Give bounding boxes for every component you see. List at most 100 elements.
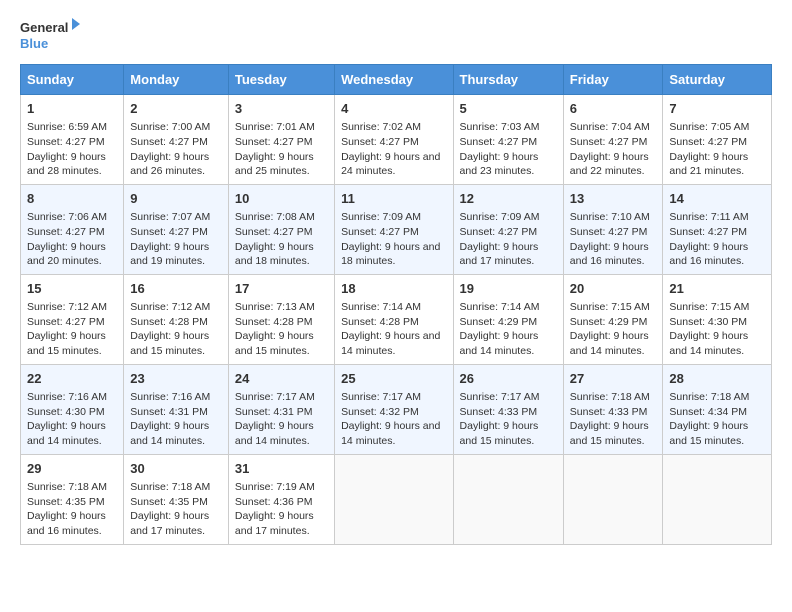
day-info: Sunrise: 7:13 AMSunset: 4:28 PMDaylight:… bbox=[235, 300, 328, 359]
day-info: Sunrise: 7:18 AMSunset: 4:33 PMDaylight:… bbox=[570, 390, 657, 449]
day-info: Sunrise: 7:00 AMSunset: 4:27 PMDaylight:… bbox=[130, 120, 222, 179]
calendar-cell: 4Sunrise: 7:02 AMSunset: 4:27 PMDaylight… bbox=[335, 95, 453, 185]
day-info: Sunrise: 6:59 AMSunset: 4:27 PMDaylight:… bbox=[27, 120, 117, 179]
day-number: 17 bbox=[235, 280, 328, 298]
sunrise-label: Sunrise: 7:16 AM bbox=[130, 391, 210, 403]
sunset-label: Sunset: 4:27 PM bbox=[341, 226, 419, 238]
sunrise-label: Sunrise: 7:18 AM bbox=[669, 391, 749, 403]
sunrise-label: Sunrise: 7:03 AM bbox=[460, 121, 540, 133]
calendar-cell: 17 Sunrise: 7:13 AMSunset: 4:28 PMDayligh… bbox=[228, 274, 334, 364]
calendar-cell: 20Sunrise: 7:15 AMSunset: 4:29 PMDayligh… bbox=[563, 274, 663, 364]
sunset-label: Sunset: 4:29 PM bbox=[570, 316, 648, 328]
sunrise-label: Sunrise: 7:14 AM bbox=[460, 301, 540, 313]
days-of-week-row: SundayMondayTuesdayWednesdayThursdayFrid… bbox=[21, 65, 772, 95]
day-number: 15 bbox=[27, 280, 117, 298]
day-info: Sunrise: 7:17 AMSunset: 4:33 PMDaylight:… bbox=[460, 390, 557, 449]
sunset-label: Sunset: 4:35 PM bbox=[130, 496, 208, 508]
sunrise-label: Sunrise: 7:04 AM bbox=[570, 121, 650, 133]
day-header-monday: Monday bbox=[124, 65, 229, 95]
sunset-label: Sunset: 4:36 PM bbox=[235, 496, 313, 508]
sunset-label: Sunset: 4:27 PM bbox=[570, 226, 648, 238]
sunrise-label: Sunrise: 7:08 AM bbox=[235, 211, 315, 223]
daylight-label: Daylight: 9 hours and 17 minutes. bbox=[460, 241, 539, 268]
svg-text:General: General bbox=[20, 20, 68, 35]
sunrise-label: Sunrise: 7:12 AM bbox=[130, 301, 210, 313]
day-number: 11 bbox=[341, 190, 446, 208]
day-number: 12 bbox=[460, 190, 557, 208]
logo-svg: General Blue bbox=[20, 16, 80, 56]
calendar-cell: 29 Sunrise: 7:18 AMSunset: 4:35 PMDayligh… bbox=[21, 454, 124, 544]
calendar-cell: 25 Sunrise: 7:17 AMSunset: 4:32 PMDayligh… bbox=[335, 364, 453, 454]
day-number: 29 bbox=[27, 460, 117, 478]
calendar-cell bbox=[335, 454, 453, 544]
sunset-label: Sunset: 4:27 PM bbox=[27, 316, 105, 328]
sunset-label: Sunset: 4:33 PM bbox=[570, 406, 648, 418]
calendar-cell: 26 Sunrise: 7:17 AMSunset: 4:33 PMDayligh… bbox=[453, 364, 563, 454]
sunset-label: Sunset: 4:27 PM bbox=[460, 136, 538, 148]
day-number: 26 bbox=[460, 370, 557, 388]
daylight-label: Daylight: 9 hours and 14 minutes. bbox=[235, 420, 314, 447]
sunset-label: Sunset: 4:27 PM bbox=[130, 136, 208, 148]
calendar-cell: 7Sunrise: 7:05 AMSunset: 4:27 PMDaylight… bbox=[663, 95, 772, 185]
day-info: Sunrise: 7:14 AMSunset: 4:28 PMDaylight:… bbox=[341, 300, 446, 359]
day-number: 22 bbox=[27, 370, 117, 388]
sunset-label: Sunset: 4:27 PM bbox=[27, 226, 105, 238]
daylight-label: Daylight: 9 hours and 14 minutes. bbox=[341, 420, 440, 447]
day-number: 25 bbox=[341, 370, 446, 388]
day-info: Sunrise: 7:19 AMSunset: 4:36 PMDaylight:… bbox=[235, 480, 328, 539]
calendar-cell: 30Sunrise: 7:18 AMSunset: 4:35 PMDayligh… bbox=[124, 454, 229, 544]
calendar-cell: 8Sunrise: 7:06 AMSunset: 4:27 PMDaylight… bbox=[21, 184, 124, 274]
sunset-label: Sunset: 4:31 PM bbox=[130, 406, 208, 418]
day-number: 3 bbox=[235, 100, 328, 118]
sunset-label: Sunset: 4:31 PM bbox=[235, 406, 313, 418]
day-info: Sunrise: 7:05 AMSunset: 4:27 PMDaylight:… bbox=[669, 120, 765, 179]
sunrise-label: Sunrise: 7:16 AM bbox=[27, 391, 107, 403]
daylight-label: Daylight: 9 hours and 23 minutes. bbox=[460, 151, 539, 178]
calendar-cell: 15Sunrise: 7:12 AMSunset: 4:27 PMDayligh… bbox=[21, 274, 124, 364]
day-info: Sunrise: 7:12 AMSunset: 4:28 PMDaylight:… bbox=[130, 300, 222, 359]
day-number: 14 bbox=[669, 190, 765, 208]
sunset-label: Sunset: 4:27 PM bbox=[235, 226, 313, 238]
day-number: 6 bbox=[570, 100, 657, 118]
sunrise-label: Sunrise: 7:10 AM bbox=[570, 211, 650, 223]
sunrise-label: Sunrise: 7:15 AM bbox=[570, 301, 650, 313]
day-number: 23 bbox=[130, 370, 222, 388]
day-info: Sunrise: 7:18 AM Sunset: 4:34 PM Daylight:… bbox=[669, 390, 765, 449]
sunset-label: Sunset: 4:28 PM bbox=[341, 316, 419, 328]
calendar-cell: 13Sunrise: 7:10 AMSunset: 4:27 PMDayligh… bbox=[563, 184, 663, 274]
sunset-label: Sunset: 4:35 PM bbox=[27, 496, 105, 508]
calendar-cell: 5Sunrise: 7:03 AMSunset: 4:27 PMDaylight… bbox=[453, 95, 563, 185]
calendar-cell: 6 Sunrise: 7:04 AMSunset: 4:27 PMDaylight… bbox=[563, 95, 663, 185]
daylight-label: Daylight: 9 hours and 14 minutes. bbox=[341, 330, 440, 357]
day-number: 4 bbox=[341, 100, 446, 118]
calendar-cell: 22 Sunrise: 7:16 AMSunset: 4:30 PMDayligh… bbox=[21, 364, 124, 454]
day-header-wednesday: Wednesday bbox=[335, 65, 453, 95]
calendar-cell bbox=[563, 454, 663, 544]
sunset-label: Sunset: 4:34 PM bbox=[669, 406, 747, 418]
day-info: Sunrise: 7:18 AMSunset: 4:35 PMDaylight:… bbox=[27, 480, 117, 539]
day-info: Sunrise: 7:16 AMSunset: 4:31 PMDaylight:… bbox=[130, 390, 222, 449]
daylight-label: Daylight: 9 hours and 19 minutes. bbox=[130, 241, 209, 268]
calendar-cell: 16Sunrise: 7:12 AMSunset: 4:28 PMDayligh… bbox=[124, 274, 229, 364]
sunrise-label: Sunrise: 7:13 AM bbox=[235, 301, 315, 313]
daylight-label: Daylight: 9 hours and 20 minutes. bbox=[27, 241, 106, 268]
daylight-label: Daylight: 9 hours and 22 minutes. bbox=[570, 151, 649, 178]
sunset-label: Sunset: 4:27 PM bbox=[669, 226, 747, 238]
daylight-label: Daylight: 9 hours and 14 minutes. bbox=[570, 330, 649, 357]
daylight-label: Daylight: 9 hours and 15 minutes. bbox=[669, 420, 748, 447]
calendar-cell: 24Sunrise: 7:17 AMSunset: 4:31 PMDayligh… bbox=[228, 364, 334, 454]
day-info: Sunrise: 7:16 AMSunset: 4:30 PMDaylight:… bbox=[27, 390, 117, 449]
daylight-label: Daylight: 9 hours and 17 minutes. bbox=[235, 510, 314, 537]
calendar-cell bbox=[663, 454, 772, 544]
daylight-label: Daylight: 9 hours and 15 minutes. bbox=[27, 330, 106, 357]
calendar-header: SundayMondayTuesdayWednesdayThursdayFrid… bbox=[21, 65, 772, 95]
day-header-tuesday: Tuesday bbox=[228, 65, 334, 95]
day-info: Sunrise: 7:04 AMSunset: 4:27 PMDaylight:… bbox=[570, 120, 657, 179]
daylight-label: Daylight: 9 hours and 14 minutes. bbox=[669, 330, 748, 357]
daylight-label: Daylight: 9 hours and 15 minutes. bbox=[570, 420, 649, 447]
day-info: Sunrise: 7:09 AMSunset: 4:27 PMDaylight:… bbox=[341, 210, 446, 269]
day-info: Sunrise: 7:14 AMSunset: 4:29 PMDaylight:… bbox=[460, 300, 557, 359]
day-info: Sunrise: 7:17 AMSunset: 4:32 PMDaylight:… bbox=[341, 390, 446, 449]
day-info: Sunrise: 7:07 AMSunset: 4:27 PMDaylight:… bbox=[130, 210, 222, 269]
calendar-cell: 9Sunrise: 7:07 AMSunset: 4:27 PMDaylight… bbox=[124, 184, 229, 274]
